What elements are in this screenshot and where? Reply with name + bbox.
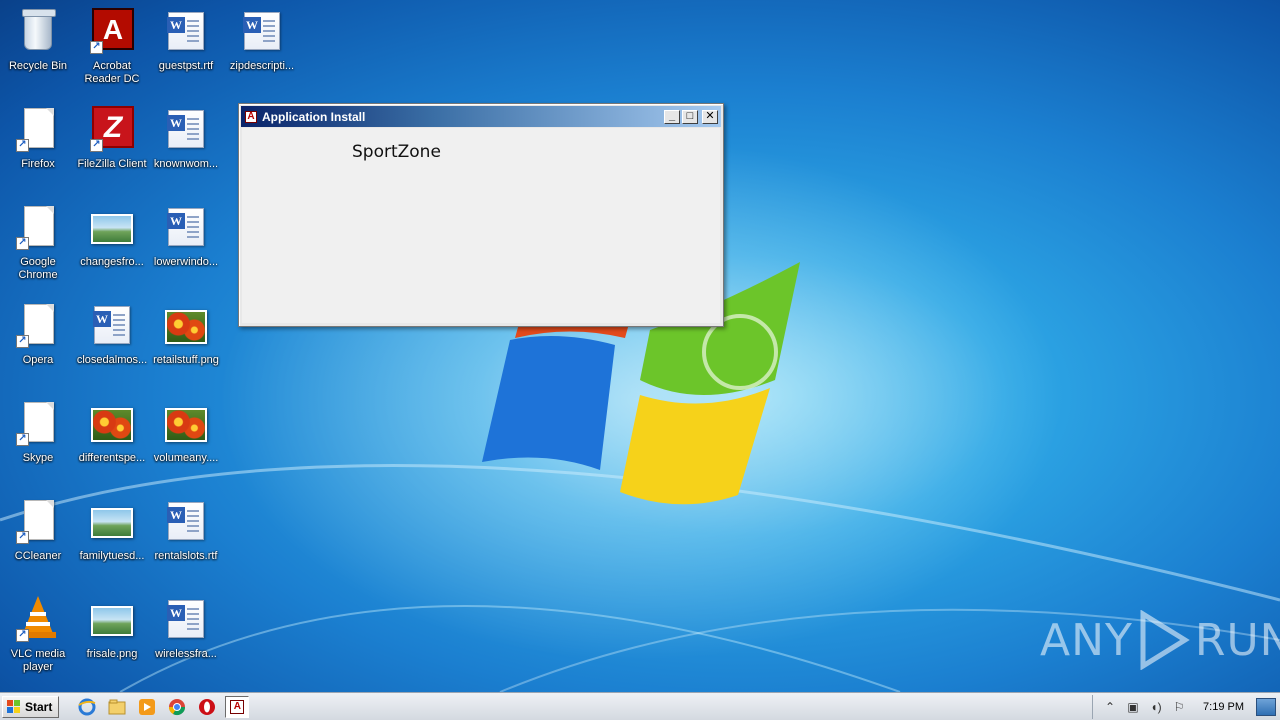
desktop-icon-familytuesd[interactable]: familytuesd...	[74, 492, 150, 582]
tray-expand-icon[interactable]: ⌃	[1101, 698, 1119, 716]
image-file-icon	[162, 302, 210, 350]
window-titlebar[interactable]: A Application Install _ □ ✕	[241, 106, 721, 127]
desktop-icon-ccleaner[interactable]: ↗ CCleaner	[0, 492, 76, 582]
filezilla-icon: Z ↗	[88, 106, 136, 154]
word-document-icon: W	[162, 498, 210, 546]
watermark-left-text: ANY	[1040, 614, 1133, 666]
image-file-icon	[88, 498, 136, 546]
word-document-icon: W	[238, 8, 286, 56]
anyrun-watermark: ANY RUN	[1040, 610, 1280, 670]
file-shortcut-icon: ↗	[14, 400, 62, 448]
image-file-icon	[88, 400, 136, 448]
desktop-icon-closedalmos[interactable]: W closedalmos...	[74, 296, 150, 386]
desktop-icon-label: CCleaner	[14, 550, 62, 562]
desktop-icon-recycle-bin[interactable]: Recycle Bin	[0, 2, 76, 92]
desktop-icon-guestpst[interactable]: W guestpst.rtf	[148, 2, 224, 92]
desktop-icon-label: FileZilla Client	[77, 158, 147, 170]
vlc-cone-icon: ↗	[14, 596, 62, 644]
desktop-icon-label: guestpst.rtf	[158, 60, 214, 72]
desktop-icon-firefox[interactable]: ↗ Firefox	[0, 100, 76, 190]
desktop-icon-lowerwindo[interactable]: W lowerwindo...	[148, 198, 224, 288]
window-title: Application Install	[262, 109, 366, 124]
desktop-icon-label: retailstuff.png	[153, 354, 219, 366]
maximize-button[interactable]: □	[682, 109, 698, 124]
desktop-icon-acrobat[interactable]: A ↗ Acrobat Reader DC	[74, 2, 150, 92]
desktop-icon-label: Google Chrome	[18, 256, 58, 281]
app-install-taskbar-button[interactable]: A	[225, 695, 250, 718]
app-name-label: SportZone	[352, 142, 441, 162]
taskbar: Start A ⌃ ▣ ◖) ⚐ 7:19 PM	[0, 692, 1280, 720]
show-desktop-button[interactable]	[1256, 698, 1276, 716]
desktop-icon-vlc[interactable]: ↗ VLC media player	[0, 590, 76, 680]
clock[interactable]: 7:19 PM	[1203, 701, 1244, 713]
desktop-icon-skype[interactable]: ↗ Skype	[0, 394, 76, 484]
desktop-icon-label: Skype	[22, 452, 54, 464]
desktop-icon-frisale[interactable]: frisale.png	[74, 590, 150, 680]
image-file-icon	[162, 400, 210, 448]
windows-flag-icon	[7, 699, 21, 714]
start-label: Start	[25, 699, 53, 714]
file-shortcut-icon: ↗	[14, 302, 62, 350]
desktop-icon-label: volumeany....	[153, 452, 219, 464]
app-install-icon: A	[245, 110, 257, 123]
desktop-icon-filezilla[interactable]: Z ↗ FileZilla Client	[74, 100, 150, 190]
app-install-icon: A	[230, 699, 245, 714]
word-document-icon: W	[162, 596, 210, 644]
image-file-icon	[88, 204, 136, 252]
word-document-icon: W	[88, 302, 136, 350]
desktop-icon-google-chrome[interactable]: ↗ Google Chrome	[0, 198, 76, 288]
desktop-icon-differentspe[interactable]: differentspe...	[74, 394, 150, 484]
desktop-icon-label: Opera	[22, 354, 54, 366]
recycle-bin-icon	[14, 8, 62, 56]
ie-icon[interactable]	[75, 696, 99, 718]
opera-icon[interactable]	[195, 696, 219, 718]
desktop-icon-label: Acrobat Reader DC	[84, 60, 140, 85]
word-document-icon: W	[162, 106, 210, 154]
desktop-icon-label: Firefox	[21, 158, 55, 170]
desktop-icon-label: rentalslots.rtf	[154, 550, 218, 562]
file-shortcut-icon: ↗	[14, 204, 62, 252]
file-shortcut-icon: ↗	[14, 498, 62, 546]
acrobat-icon: A ↗	[88, 8, 136, 56]
image-file-icon	[88, 596, 136, 644]
desktop-icon-opera[interactable]: ↗ Opera	[0, 296, 76, 386]
desktop-icon-label: wirelessfra...	[155, 648, 217, 660]
desktop-icon-label: VLC media player	[10, 648, 66, 673]
desktop-icon-label: frisale.png	[86, 648, 138, 660]
desktop-icon-wirelessfra[interactable]: W wirelessfra...	[148, 590, 224, 680]
chrome-icon[interactable]	[165, 696, 189, 718]
close-button[interactable]: ✕	[702, 109, 718, 124]
desktop-icon-label: familytuesd...	[79, 550, 145, 562]
volume-icon[interactable]: ◖)	[1147, 698, 1165, 716]
start-button[interactable]: Start	[2, 695, 60, 718]
desktop-icon-changesfro[interactable]: changesfro...	[74, 198, 150, 288]
application-install-window[interactable]: A Application Install _ □ ✕ SportZone	[238, 103, 724, 327]
media-player-icon[interactable]	[135, 696, 159, 718]
desktop-icon-label: differentspe...	[78, 452, 146, 464]
desktop-icon-label: knownwom...	[153, 158, 219, 170]
word-document-icon: W	[162, 204, 210, 252]
word-document-icon: W	[162, 8, 210, 56]
desktop-icon-knownwom[interactable]: W knownwom...	[148, 100, 224, 190]
watermark-right-text: RUN	[1194, 614, 1280, 666]
desktop-icon-rentalslots[interactable]: W rentalslots.rtf	[148, 492, 224, 582]
flag-icon[interactable]: ⚐	[1170, 698, 1188, 716]
desktop-icon-label: lowerwindo...	[153, 256, 219, 268]
desktop-icon-retailstuff[interactable]: retailstuff.png	[148, 296, 224, 386]
system-tray: ⌃ ▣ ◖) ⚐ 7:19 PM	[1092, 695, 1280, 719]
desktop-icon-label: changesfro...	[80, 256, 144, 268]
desktop-icon-label: closedalmos...	[76, 354, 148, 366]
desktop-icon-volumeany[interactable]: volumeany....	[148, 394, 224, 484]
desktop-icon-label: zipdescripti...	[229, 60, 295, 72]
file-shortcut-icon: ↗	[14, 106, 62, 154]
desktop-icon-label: Recycle Bin	[8, 60, 68, 72]
window-client-area: SportZone	[242, 128, 720, 323]
explorer-icon[interactable]	[105, 696, 129, 718]
play-icon	[1140, 610, 1190, 670]
minimize-button[interactable]: _	[664, 109, 680, 124]
desktop-icon-zipdescripti[interactable]: W zipdescripti...	[224, 2, 300, 92]
network-icon[interactable]: ▣	[1124, 698, 1142, 716]
